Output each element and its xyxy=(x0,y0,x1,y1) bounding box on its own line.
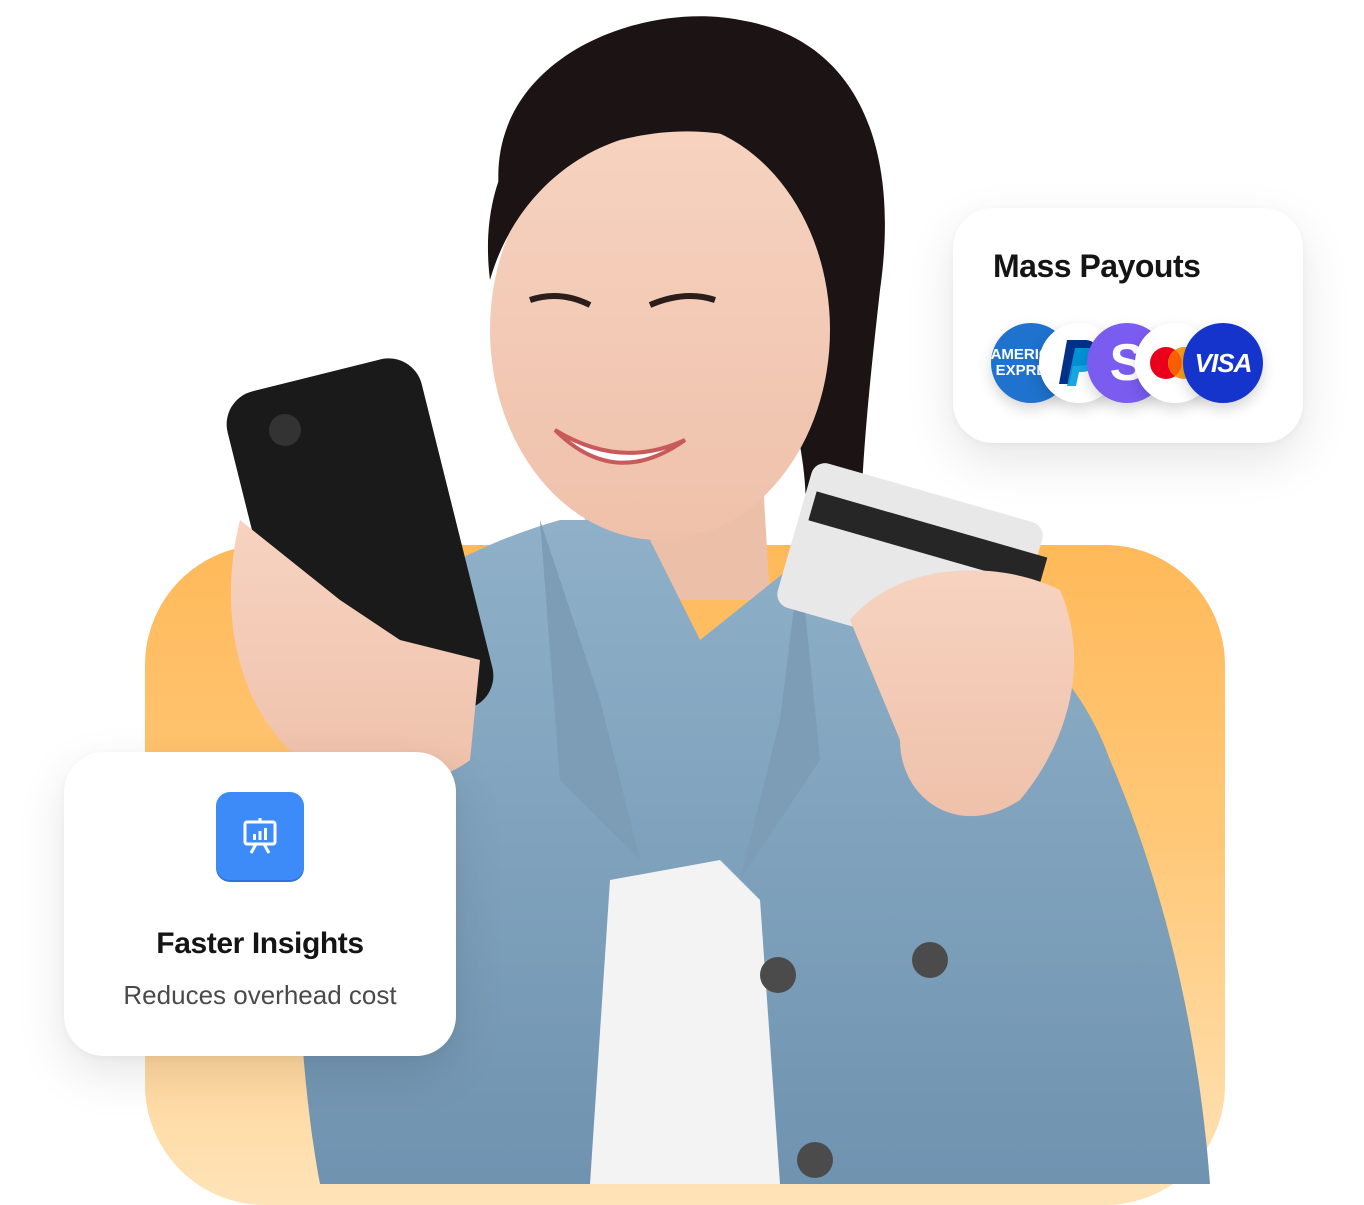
mass-payouts-card: Mass Payouts AMERICAN EXPRESS S VISA xyxy=(953,208,1303,443)
mass-payouts-title: Mass Payouts xyxy=(993,248,1201,284)
faster-insights-title: Faster Insights xyxy=(156,927,364,960)
white-shirt xyxy=(590,860,780,1184)
payment-logos-row: AMERICAN EXPRESS S VISA xyxy=(991,323,1271,405)
faster-insights-subtitle: Reduces overhead cost xyxy=(123,980,397,1010)
visa-logo-icon: VISA xyxy=(1183,323,1263,403)
faster-insights-card: Faster Insights Reduces overhead cost xyxy=(64,752,456,1056)
presentation-chart-icon xyxy=(216,792,304,880)
visa-logo-text: VISA xyxy=(1194,347,1253,378)
